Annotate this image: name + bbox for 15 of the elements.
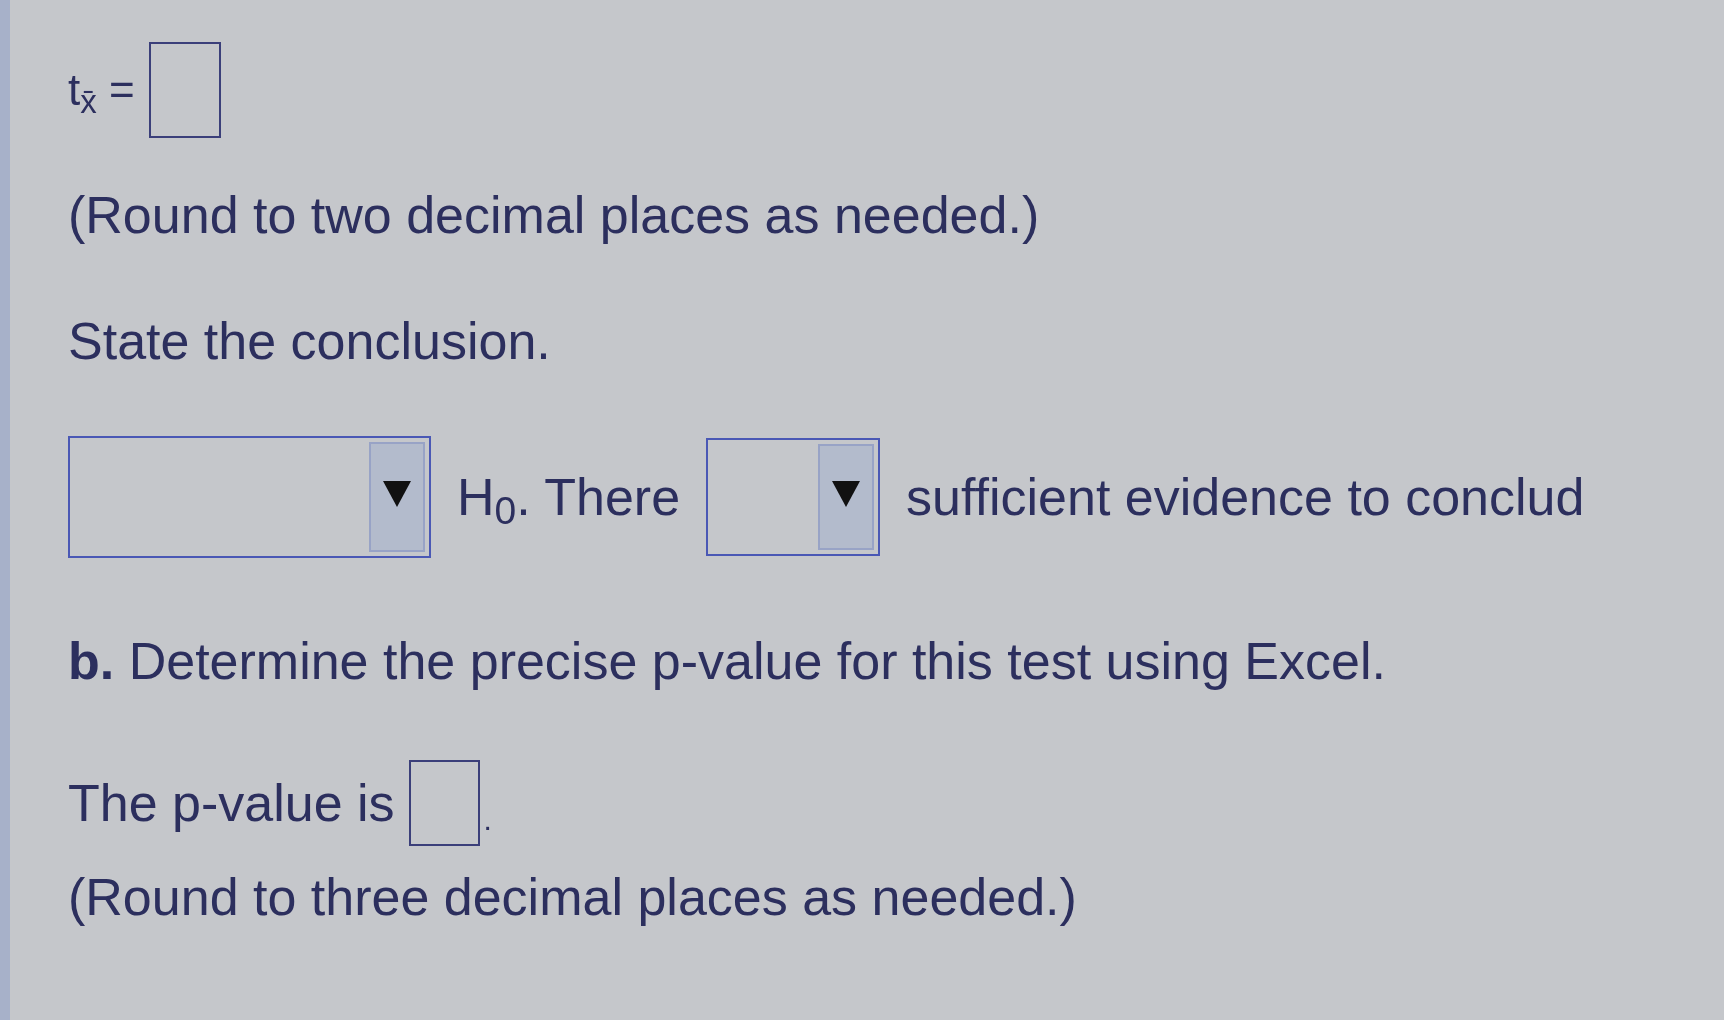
question-text: b. Determine the precise p-value for this test using Excel.: [68, 630, 1387, 692]
answer-box[interactable]: [148, 42, 221, 138]
caret-icon: [818, 443, 875, 550]
select-dropdown[interactable]: [68, 435, 431, 558]
caret-icon: [369, 441, 425, 552]
sentence-text: H$_{0}$. There: [457, 466, 681, 528]
prompt-text: State the conclusion.: [68, 311, 552, 373]
period-text: .: [483, 802, 492, 839]
instruction-text: (Round to three decimal places as needed.): [68, 867, 1078, 929]
sentence-text: sufficient evidence to conclud: [906, 466, 1585, 528]
answer-box[interactable]: [408, 760, 480, 847]
answer-label: The p-value is: [68, 772, 395, 834]
select-dropdown[interactable]: [706, 437, 881, 556]
equation-label: t$_{x̄}$ =: [68, 68, 135, 112]
instruction-text: (Round to two decimal places as needed.): [68, 185, 1041, 246]
